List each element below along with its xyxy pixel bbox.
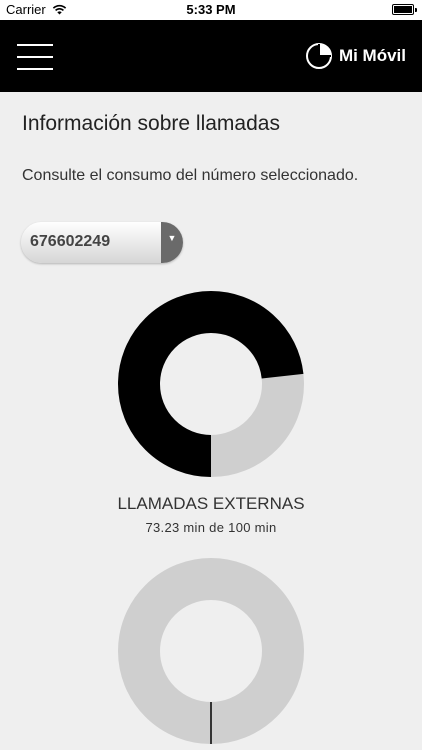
chart-title: LLAMADAS EXTERNAS — [117, 494, 305, 513]
brand: Mi Móvil — [305, 42, 406, 70]
second-usage-donut — [118, 558, 304, 744]
brand-name: Mi Móvil — [338, 46, 406, 65]
number-select-value: 676602249 — [30, 233, 111, 250]
nav-bar: Mi Móvil — [0, 20, 422, 92]
battery-icon — [392, 4, 417, 15]
slice-remaining — [118, 558, 304, 744]
pie-logo-icon — [305, 43, 332, 69]
chart-usage-text: 73.23 min de 100 min — [145, 520, 277, 535]
calls-external-donut — [118, 291, 304, 477]
page-title: Información sobre llamadas — [22, 112, 280, 135]
page-subtitle: Consulte el consumo del número seleccion… — [22, 167, 359, 184]
menu-icon[interactable] — [17, 44, 53, 70]
number-select[interactable]: 676602249 ▼ — [21, 222, 183, 263]
status-bar: Carrier 5:33 PM — [0, 0, 422, 20]
dropdown-arrow-icon[interactable]: ▼ — [161, 222, 183, 263]
status-time: 5:33 PM — [186, 2, 236, 17]
